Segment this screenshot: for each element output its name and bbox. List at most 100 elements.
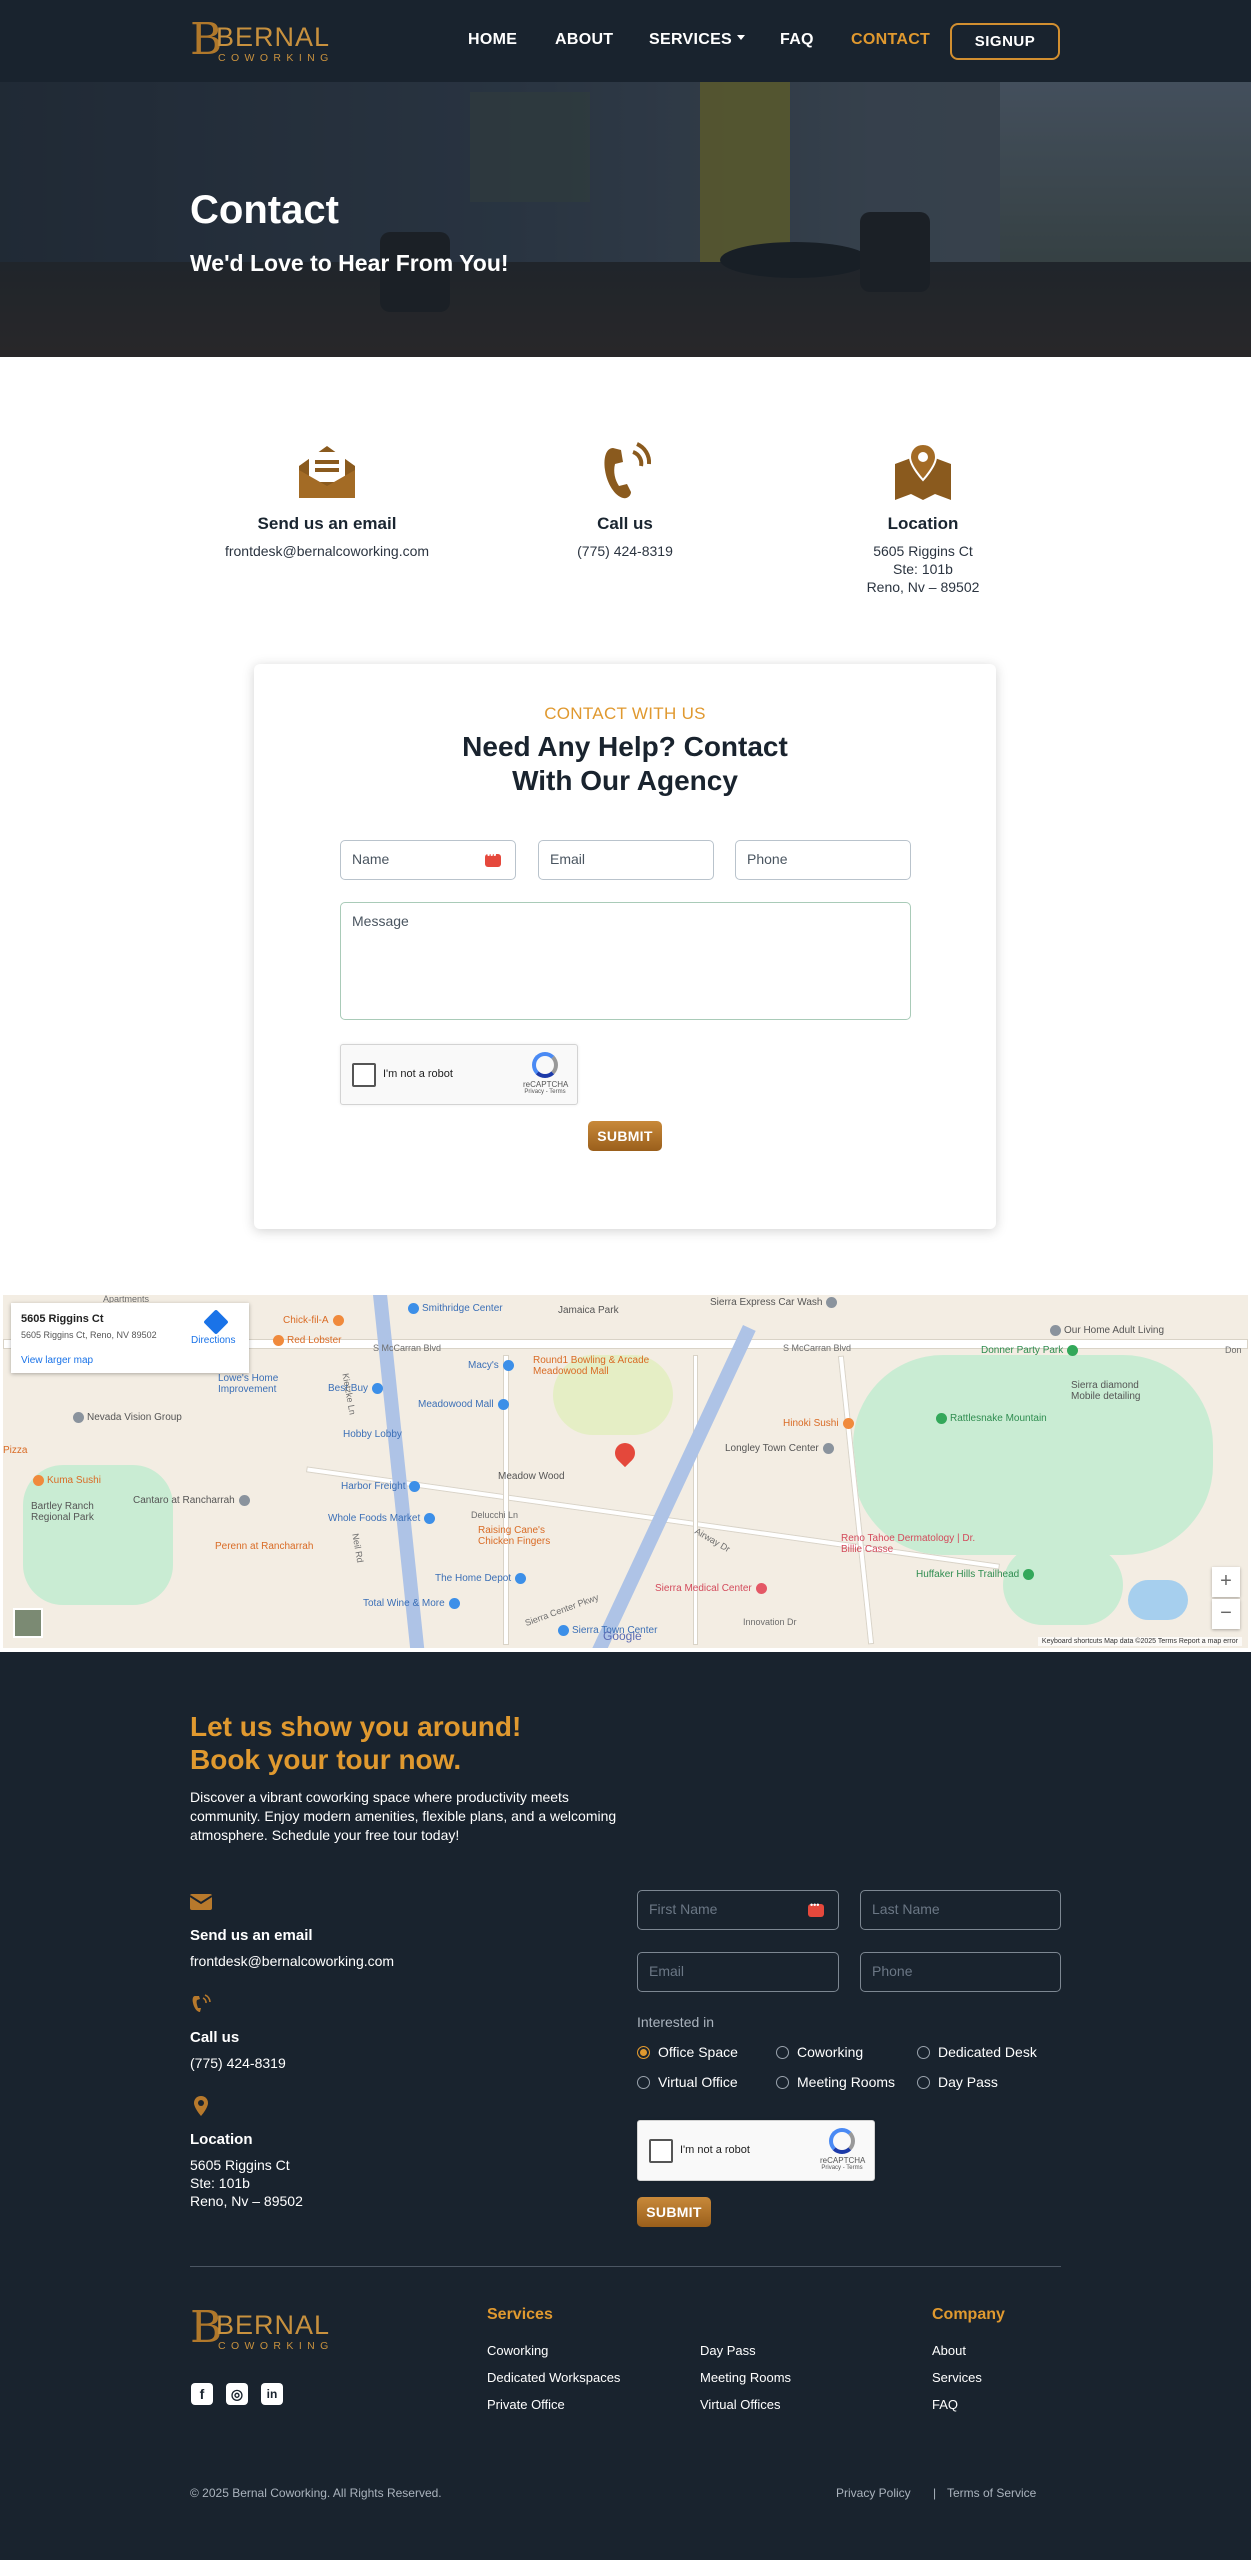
map-attribution[interactable]: Keyboard shortcuts Map data ©2025 Terms …: [1037, 1637, 1242, 1646]
zoom-in-button[interactable]: +: [1212, 1567, 1240, 1597]
footer-logo[interactable]: B BERNAL COWORKING: [190, 2304, 350, 2353]
map-poi[interactable]: Donner Party Park: [981, 1345, 1081, 1356]
footer-link[interactable]: Virtual Offices: [700, 2397, 780, 2412]
copyright: © 2025 Bernal Coworking. All Rights Rese…: [190, 2486, 442, 2500]
embedded-map[interactable]: Apartments Smithridge Center Jamaica Par…: [3, 1295, 1248, 1648]
footer-link[interactable]: Meeting Rooms: [700, 2370, 791, 2385]
recaptcha-logo-icon: [829, 2128, 855, 2154]
info-email-value[interactable]: frontdesk@bernalcoworking.com: [197, 542, 457, 560]
footer-link[interactable]: Coworking: [487, 2343, 548, 2358]
nav-about[interactable]: ABOUT: [555, 31, 613, 49]
last-name-field[interactable]: Last Name: [860, 1890, 1061, 1930]
map-poi[interactable]: Hobby Lobby: [343, 1429, 402, 1440]
footer-link[interactable]: Services: [932, 2370, 982, 2385]
map-poi-label[interactable]: Raising Cane's Chicken Fingers: [478, 1525, 568, 1547]
name-field[interactable]: Name: [340, 840, 516, 880]
map-poi[interactable]: Sierra Express Car Wash: [710, 1297, 840, 1308]
map-marker-icon[interactable]: [610, 1438, 640, 1468]
first-name-field[interactable]: First Name: [637, 1890, 839, 1930]
footer-link[interactable]: Day Pass: [700, 2343, 756, 2358]
password-manager-icon[interactable]: [485, 850, 501, 867]
map-poi[interactable]: Meadowood Mall: [418, 1399, 512, 1410]
map-poi[interactable]: Reno Tahoe Dermatology | Dr. Billie Cass…: [841, 1533, 981, 1555]
facebook-icon[interactable]: f: [191, 2383, 213, 2405]
recaptcha-links[interactable]: Privacy - Terms: [523, 1089, 567, 1095]
footer-submit-button[interactable]: SUBMIT: [637, 2197, 711, 2227]
map-poi[interactable]: Our Home Adult Living: [1050, 1325, 1164, 1336]
map-poi[interactable]: Round1 Bowling & Arcade Meadowood Mall: [533, 1355, 663, 1377]
map-poi[interactable]: Huffaker Hills Trailhead: [916, 1569, 1037, 1580]
map-layer-toggle[interactable]: [13, 1608, 43, 1638]
top-navbar: B BERNAL COWORKING HOME ABOUT SERVICES F…: [0, 0, 1251, 82]
radio-virtual-office[interactable]: Virtual Office: [637, 2074, 738, 2090]
footer-link[interactable]: Dedicated Workspaces: [487, 2370, 620, 2385]
radio-meeting-rooms[interactable]: Meeting Rooms: [776, 2074, 895, 2090]
zoom-out-button[interactable]: −: [1212, 1599, 1240, 1629]
map-poi[interactable]: Smithridge Center: [408, 1303, 503, 1314]
recaptcha-checkbox[interactable]: [352, 1063, 376, 1087]
map-poi-label: Chick-fil-A: [283, 1315, 329, 1327]
nav-contact[interactable]: CONTACT: [851, 31, 930, 49]
instagram-icon[interactable]: ◎: [226, 2383, 248, 2405]
view-larger-map-link[interactable]: View larger map: [21, 1355, 93, 1366]
map-poi[interactable]: Macy's: [468, 1360, 517, 1371]
footer-link[interactable]: Private Office: [487, 2397, 565, 2412]
signup-button[interactable]: SIGNUP: [950, 23, 1060, 60]
map-poi-label: Lowe's Home Improvement: [218, 1373, 279, 1395]
map-poi[interactable]: Perenn at Rancharrah: [215, 1541, 313, 1552]
map-poi[interactable]: Cantaro at Rancharrah: [133, 1495, 253, 1506]
map-poi-label: Perenn at Rancharrah: [215, 1541, 314, 1552]
map-poi[interactable]: Sierra Medical Center: [655, 1583, 770, 1594]
email-field[interactable]: Email: [538, 840, 714, 880]
map-poi[interactable]: Whole Foods Market: [328, 1513, 438, 1524]
radio-coworking[interactable]: Coworking: [776, 2044, 863, 2060]
linkedin-icon[interactable]: in: [261, 2383, 283, 2405]
radio-dedicated-desk[interactable]: Dedicated Desk: [917, 2044, 1037, 2060]
map-poi[interactable]: The Home Depot: [435, 1573, 529, 1584]
radio-day-pass[interactable]: Day Pass: [917, 2074, 998, 2090]
envelope-icon: [189, 1894, 213, 1910]
terms-link[interactable]: Terms of Service: [947, 2486, 1036, 2500]
recaptcha-checkbox[interactable]: [649, 2139, 673, 2163]
map-poi-label: Smithridge Center: [422, 1303, 503, 1315]
submit-button[interactable]: SUBMIT: [588, 1121, 662, 1151]
footer-email-field[interactable]: Email: [637, 1952, 839, 1992]
info-phone-value[interactable]: (775) 424-8319: [495, 542, 755, 560]
phone-field[interactable]: Phone: [735, 840, 911, 880]
privacy-policy-link[interactable]: Privacy Policy: [836, 2486, 911, 2500]
map-poi[interactable]: Harbor Freight: [341, 1481, 423, 1492]
map-poi-label[interactable]: Sierra diamond Mobile detailing: [1071, 1380, 1161, 1402]
map-poi[interactable]: Lowe's Home Improvement: [218, 1373, 308, 1395]
footer-link[interactable]: About: [932, 2343, 966, 2358]
footer-phone-value[interactable]: (775) 424-8319: [190, 2054, 286, 2072]
radio-office-space[interactable]: Office Space: [637, 2044, 738, 2060]
radio-dot: [917, 2046, 930, 2059]
map-poi[interactable]: Rattlesnake Mountain: [936, 1413, 1047, 1424]
map-poi[interactable]: Hinoki Sushi: [783, 1418, 857, 1429]
shopping-icon: [372, 1383, 384, 1394]
message-field[interactable]: Message: [340, 902, 911, 1020]
map-poi[interactable]: Total Wine & More: [363, 1598, 463, 1609]
map-street-label: Innovation Dr: [743, 1617, 797, 1627]
footer-email-value[interactable]: frontdesk@bernalcoworking.com: [190, 1952, 394, 1970]
map-poi[interactable]: Kuma Sushi: [33, 1475, 101, 1486]
directions-link[interactable]: Directions: [191, 1335, 235, 1346]
recaptcha-links[interactable]: Privacy - Terms: [820, 2165, 864, 2171]
map-poi[interactable]: Longley Town Center: [725, 1443, 837, 1454]
nav-services[interactable]: SERVICES: [649, 31, 746, 49]
nav-faq[interactable]: FAQ: [780, 31, 814, 49]
map-poi[interactable]: Red Lobster: [273, 1335, 341, 1346]
directions-icon[interactable]: [203, 1309, 229, 1335]
business-icon: [238, 1495, 250, 1506]
password-manager-icon[interactable]: [808, 1900, 824, 1917]
map-label: Don: [1225, 1345, 1242, 1355]
radio-dot: [637, 2076, 650, 2089]
footer-link[interactable]: FAQ: [932, 2397, 958, 2412]
logo[interactable]: B BERNAL COWORKING: [190, 16, 350, 65]
footer-phone-field[interactable]: Phone: [860, 1952, 1061, 1992]
chevron-down-icon: [737, 35, 746, 41]
nav-home[interactable]: HOME: [468, 31, 517, 49]
map-poi[interactable]: Best Buy: [328, 1383, 386, 1394]
map-poi[interactable]: Chick-fil-A: [283, 1315, 347, 1326]
map-poi[interactable]: Nevada Vision Group: [73, 1412, 182, 1423]
